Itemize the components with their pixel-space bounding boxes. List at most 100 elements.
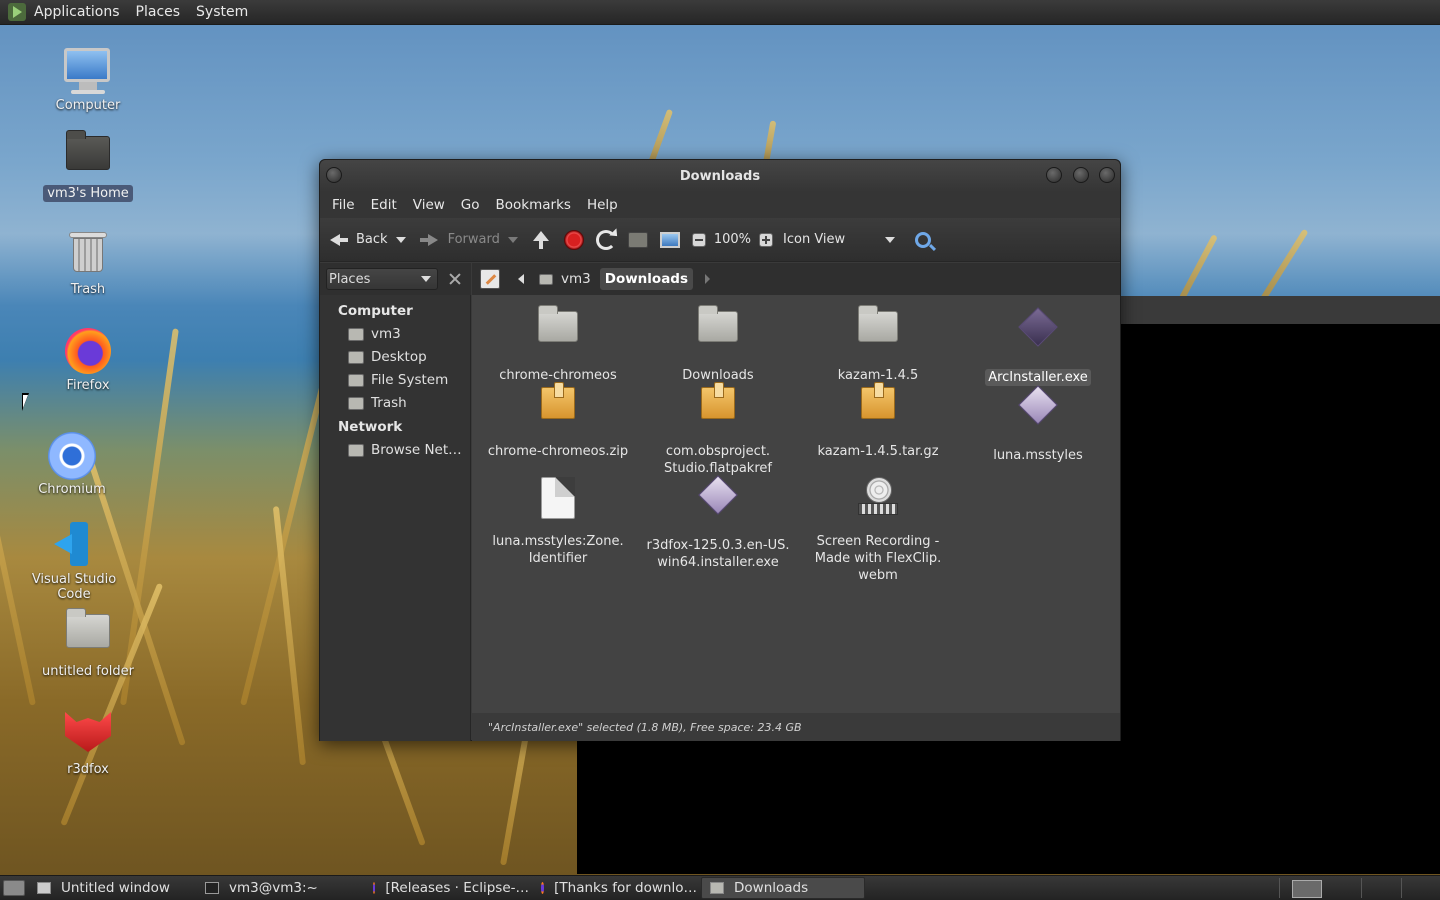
desktop-icon-untitled-folder[interactable]: untitled folder: [38, 606, 138, 679]
desktop-icon-trash[interactable]: Trash: [38, 228, 138, 297]
file-manager-window: Downloads File Edit View Go Bookmarks He…: [319, 159, 1121, 741]
taskbar-separator: [1401, 878, 1402, 898]
sidebar-group-computer: Computer: [338, 303, 413, 319]
executable-icon: [963, 385, 1113, 443]
sidebar-select-label: Places: [329, 271, 371, 287]
file-item-selected[interactable]: ArcInstaller.exe: [963, 303, 1113, 386]
task-firefox-thanks[interactable]: [Thanks for downlo…: [533, 877, 697, 899]
breadcrumb-vm3[interactable]: vm3: [534, 268, 596, 290]
zoom-in-icon[interactable]: [759, 232, 774, 247]
menu-places[interactable]: Places: [136, 4, 181, 20]
file-item[interactable]: Downloads: [643, 303, 793, 384]
menu-file[interactable]: File: [324, 197, 363, 213]
taskbar-separator: [1279, 878, 1280, 898]
archive-icon: [643, 382, 793, 439]
minimize-button[interactable]: [1046, 167, 1062, 183]
desktop-icon-label: untitled folder: [41, 664, 134, 679]
window-menu-button[interactable]: [326, 167, 342, 183]
path-scroll-left-icon[interactable]: [512, 269, 530, 289]
executable-icon: [963, 307, 1113, 365]
file-item[interactable]: luna.msstyles:Zone. Identifier: [483, 475, 633, 567]
view-mode-select[interactable]: Icon View: [783, 232, 896, 247]
file-item[interactable]: kazam-1.4.5: [803, 303, 953, 384]
file-name: com.obsproject. Studio.flatpakref: [664, 444, 772, 476]
archive-icon: [483, 382, 633, 439]
computer-button[interactable]: [659, 231, 680, 248]
forward-label: Forward: [447, 232, 500, 247]
desktop-icon-chromium[interactable]: Chromium: [22, 432, 122, 497]
chevron-down-icon: [421, 276, 431, 282]
file-name: kazam-1.4.5.tar.gz: [817, 444, 939, 459]
document-icon: [483, 477, 633, 529]
file-item[interactable]: kazam-1.4.5.tar.gz: [803, 381, 953, 460]
file-item[interactable]: Screen Recording - Made with FlexClip. w…: [803, 475, 953, 584]
show-desktop-icon[interactable]: [3, 880, 25, 896]
computer-icon: [659, 231, 680, 248]
maximize-button[interactable]: [1073, 167, 1089, 183]
menu-help[interactable]: Help: [579, 197, 626, 213]
desktop-icon-computer[interactable]: Computer: [38, 46, 138, 113]
sidebar-item-label: vm3: [371, 326, 401, 342]
close-button[interactable]: [1099, 167, 1115, 183]
file-item[interactable]: com.obsproject. Studio.flatpakref: [643, 381, 793, 477]
video-icon: [803, 477, 953, 529]
desktop-icon-firefox[interactable]: Firefox: [38, 328, 138, 393]
desktop-icon-home[interactable]: vm3's Home: [38, 128, 138, 202]
window-titlebar[interactable]: Downloads: [320, 160, 1120, 192]
file-item[interactable]: luna.msstyles: [963, 381, 1113, 464]
file-item[interactable]: r3dfox-125.0.3.en-US. win64.installer.ex…: [643, 475, 793, 571]
forward-button[interactable]: Forward: [418, 229, 518, 251]
back-history-dropdown-icon[interactable]: [395, 236, 406, 243]
sidebar-item-desktop[interactable]: Desktop: [320, 346, 470, 369]
file-name: luna.msstyles: [993, 448, 1083, 463]
menu-edit[interactable]: Edit: [363, 197, 405, 213]
desktop-icon-label: Firefox: [66, 378, 110, 393]
path-scroll-right-icon[interactable]: [701, 269, 713, 289]
close-sidebar-icon[interactable]: [448, 272, 462, 286]
zoom-out-icon[interactable]: [691, 232, 706, 247]
desktop-icon-label: Visual Studio Code: [31, 572, 117, 602]
home-button[interactable]: [627, 231, 648, 248]
sidebar-item-label: Trash: [371, 395, 407, 411]
status-bar: "ArcInstaller.exe" selected (1.8 MB), Fr…: [472, 713, 1120, 741]
task-downloads[interactable]: Downloads: [701, 877, 865, 899]
sidebar-item-label: File System: [371, 372, 449, 388]
menu-system[interactable]: System: [196, 4, 248, 20]
menu-bookmarks[interactable]: Bookmarks: [488, 197, 579, 213]
desktop-icon-vscode[interactable]: Visual Studio Code: [14, 522, 134, 602]
computer-icon: [64, 48, 112, 96]
sidebar-item-file-system[interactable]: File System: [320, 369, 470, 392]
menu-view[interactable]: View: [405, 197, 453, 213]
home-icon: [627, 231, 648, 248]
applications-logo-icon[interactable]: [8, 3, 26, 21]
task-untitled-window[interactable]: Untitled window: [29, 877, 193, 899]
menu-applications[interactable]: Applications: [34, 4, 120, 20]
menu-go[interactable]: Go: [453, 197, 488, 213]
forward-history-dropdown-icon[interactable]: [507, 236, 518, 243]
edit-location-icon[interactable]: [480, 269, 500, 289]
back-label: Back: [356, 232, 388, 247]
file-view[interactable]: chrome-chromeos Downloads kazam-1.4.5 Ar…: [472, 295, 1120, 713]
menubar: File Edit View Go Bookmarks Help: [320, 192, 1120, 218]
desktop-icon-r3dfox[interactable]: r3dfox: [38, 706, 138, 777]
path-bar: vm3 Downloads: [472, 263, 1120, 295]
sidebar: Computer vm3 Desktop File System Trash N…: [320, 295, 471, 741]
sidebar-places-select[interactable]: Places: [326, 268, 438, 290]
back-button[interactable]: Back: [328, 229, 406, 251]
firefox-icon: [541, 882, 545, 894]
workspace-switcher[interactable]: [1292, 880, 1322, 898]
task-terminal[interactable]: vm3@vm3:~: [197, 877, 361, 899]
stop-button[interactable]: [563, 229, 584, 250]
sidebar-item-browse-network[interactable]: Browse Net…: [320, 439, 470, 462]
sidebar-item-vm3[interactable]: vm3: [320, 323, 470, 346]
up-button[interactable]: [530, 229, 552, 251]
search-button[interactable]: [915, 231, 932, 248]
file-item[interactable]: chrome-chromeos: [483, 303, 633, 384]
file-name: luna.msstyles:Zone. Identifier: [492, 534, 624, 566]
file-item[interactable]: chrome-chromeos.zip: [483, 381, 633, 460]
desktop-icon-label: Chromium: [38, 482, 106, 497]
breadcrumb-downloads[interactable]: Downloads: [599, 268, 694, 290]
reload-button[interactable]: [595, 229, 616, 250]
sidebar-item-trash[interactable]: Trash: [320, 392, 470, 415]
task-firefox-releases[interactable]: [Releases · Eclipse-…: [365, 877, 529, 899]
